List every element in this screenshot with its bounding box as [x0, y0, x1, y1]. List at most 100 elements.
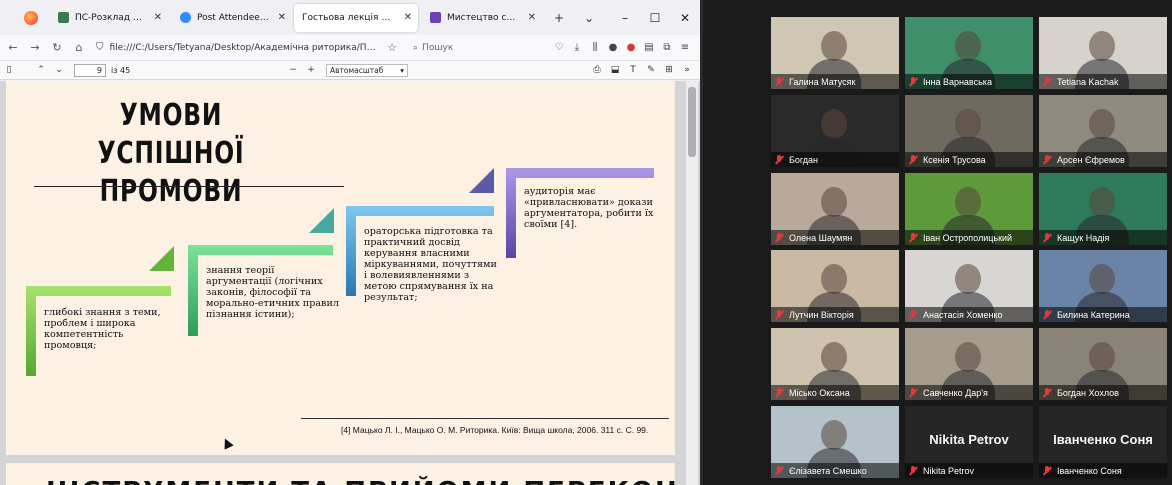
participant-tile[interactable]: Іван Острополицький: [905, 173, 1033, 245]
close-icon[interactable]: ✕: [528, 12, 536, 23]
extensions-icon[interactable]: ⧉: [658, 42, 676, 53]
participant-tile[interactable]: Інна Варнавська: [905, 17, 1033, 89]
close-icon[interactable]: ✕: [278, 12, 286, 23]
participant-tile[interactable]: Билина Катерина: [1039, 250, 1167, 322]
toolbar-extensions: ♡ ⤓ ⫼ ● ● ▤ ⧉ ≡: [550, 42, 694, 53]
firefox-window: ПС-Розклад v.3.8.2 ✕ Post Attendee - Zoo…: [0, 0, 700, 485]
list-tabs-button[interactable]: ⌄: [584, 11, 594, 25]
extension-1-icon[interactable]: ●: [604, 42, 622, 53]
participant-name: Анастасія Хоменко: [923, 309, 1003, 320]
image-tool-icon[interactable]: ⊞: [660, 65, 678, 75]
tab-communication[interactable]: Мистецтво спілкування - Бл ✕: [420, 4, 542, 32]
maximize-button[interactable]: ☐: [640, 11, 670, 25]
pdf-viewer[interactable]: УМОВИ УСПІШНОЇ ПРОМОВИ глибокі знання з …: [0, 81, 700, 485]
address-bar[interactable]: ⛉ file:///C:/Users/Tetyana/Desktop/Акаде…: [96, 38, 381, 58]
reload-button[interactable]: ↻: [46, 41, 68, 54]
screen: ПС-Розклад v.3.8.2 ✕ Post Attendee - Zoo…: [0, 0, 1172, 485]
participant-name-placeholder: Nikita Petrov: [929, 432, 1009, 447]
print-icon[interactable]: ⎙: [588, 65, 606, 75]
sidebar-toggle-icon[interactable]: ▯: [0, 65, 18, 75]
step-4-text: аудиторія має «привласнювати» докази арг…: [524, 186, 654, 230]
participant-tile[interactable]: Іванченко Соня Іванченко Соня: [1039, 406, 1167, 478]
scrollbar-thumb[interactable]: [688, 87, 696, 157]
participant-name: Арсен Єфремов: [1057, 154, 1125, 165]
participant-tile[interactable]: Богдан Хохлов: [1039, 328, 1167, 400]
extension-2-icon[interactable]: ●: [622, 42, 640, 53]
back-button[interactable]: ←: [2, 41, 24, 54]
tab-title: ПС-Розклад v.3.8.2: [75, 12, 146, 23]
participant-tile[interactable]: Галина Матусяк: [771, 17, 899, 89]
bookmark-star-icon[interactable]: ☆: [381, 41, 403, 54]
person-silhouette-icon: [1089, 187, 1115, 217]
download-icon[interactable]: ⤓: [568, 42, 586, 53]
participant-name: Билина Катерина: [1057, 309, 1130, 320]
save-icon[interactable]: ⬓: [606, 65, 624, 75]
home-button[interactable]: ⌂: [68, 41, 90, 54]
new-tab-button[interactable]: +: [554, 11, 564, 25]
step-2-text: знання теорії аргументації (логічних зак…: [206, 265, 339, 320]
muted-mic-icon: [773, 232, 785, 244]
participant-tile[interactable]: Tetiana Kachak: [1039, 17, 1167, 89]
close-icon[interactable]: ✕: [404, 12, 412, 23]
participant-tile[interactable]: Арсен Єфремов: [1039, 95, 1167, 167]
pdf-page: УМОВИ УСПІШНОЇ ПРОМОВИ глибокі знання з …: [6, 81, 675, 455]
participant-name-bar: Анастасія Хоменко: [905, 307, 1033, 322]
tab-zoom[interactable]: Post Attendee - Zoom ✕: [170, 4, 292, 32]
page-total: із 45: [111, 65, 131, 75]
zoom-out-icon[interactable]: −: [284, 65, 302, 75]
document-favicon-icon: [430, 12, 441, 23]
muted-mic-icon: [907, 387, 919, 399]
close-icon[interactable]: ✕: [154, 12, 162, 23]
menu-icon[interactable]: ≡: [676, 42, 694, 53]
tab-lecture[interactable]: Гостьова лекція Мистецтво спілкування ✕: [294, 3, 418, 32]
participant-name: Кащук Надія: [1057, 232, 1110, 243]
muted-mic-icon: [907, 232, 919, 244]
zoom-in-icon[interactable]: +: [302, 65, 320, 75]
participant-tile[interactable]: Кащук Надія: [1039, 173, 1167, 245]
participant-name-bar: Лутчин Вікторія: [771, 307, 899, 322]
search-input[interactable]: ⌕ Пошук: [413, 38, 543, 58]
person-silhouette-icon: [821, 31, 847, 61]
zoom-gallery: Галина Матусяк Інна Варнавська Tetiana Kac…: [703, 0, 1172, 485]
person-silhouette-icon: [955, 264, 981, 294]
participant-tile[interactable]: Савченко Дар'я: [905, 328, 1033, 400]
participant-tile[interactable]: Місько Оксана: [771, 328, 899, 400]
footnote-reference: [4] Мацько Л. І., Мацько О. М. Риторика.…: [341, 425, 649, 435]
previous-page-icon[interactable]: ⌃: [32, 65, 50, 75]
chevron-down-icon: ▾: [400, 65, 404, 75]
pocket-icon[interactable]: ♡: [550, 42, 568, 53]
minimize-button[interactable]: –: [610, 11, 640, 25]
navigation-bar: ← → ↻ ⌂ ⛉ file:///C:/Users/Tetyana/Deskt…: [0, 35, 700, 61]
participant-tile[interactable]: Олена Шаумян: [771, 173, 899, 245]
forward-button[interactable]: →: [24, 41, 46, 54]
participant-tile[interactable]: Єлізавета Смешко: [771, 406, 899, 478]
text-tool-icon[interactable]: T: [624, 65, 642, 75]
firefox-logo-icon: [24, 10, 38, 25]
muted-mic-icon: [907, 76, 919, 88]
person-silhouette-icon: [1089, 109, 1115, 139]
participant-tile[interactable]: Ксенія Трусова: [905, 95, 1033, 167]
zoom-select[interactable]: Автомасштаб ▾: [326, 63, 408, 77]
participant-name: Ксенія Трусова: [923, 154, 986, 165]
tab-schedule[interactable]: ПС-Розклад v.3.8.2 ✕: [48, 4, 168, 32]
library-icon[interactable]: ⫼: [586, 42, 604, 53]
participant-name-bar: Єлізавета Смешко: [771, 463, 899, 478]
draw-tool-icon[interactable]: ✎: [642, 65, 660, 75]
reader-icon[interactable]: ▤: [640, 42, 658, 53]
muted-mic-icon: [773, 387, 785, 399]
muted-mic-icon: [1041, 387, 1053, 399]
step-2-arrow: [309, 208, 334, 233]
participant-tile[interactable]: Лутчин Вікторія: [771, 250, 899, 322]
participant-tile[interactable]: Анастасія Хоменко: [905, 250, 1033, 322]
pdf-page-next: ІНСТРУМЕНТИ ТА ПРИЙОМИ ПЕРЕКОНАННЯ ЦІ: [6, 463, 675, 485]
participant-tile[interactable]: Nikita Petrov Nikita Petrov: [905, 406, 1033, 478]
participant-name: Інна Варнавська: [923, 76, 992, 87]
participant-name-bar: Савченко Дар'я: [905, 385, 1033, 400]
tab-title: Мистецтво спілкування - Бл: [447, 12, 520, 23]
participant-tile[interactable]: Богдан: [771, 95, 899, 167]
next-page-icon[interactable]: ⌄: [50, 65, 68, 75]
close-window-button[interactable]: ✕: [670, 11, 700, 25]
person-silhouette-icon: [955, 31, 981, 61]
page-number-input[interactable]: 9: [74, 63, 106, 77]
more-tools-icon[interactable]: »: [678, 65, 696, 75]
